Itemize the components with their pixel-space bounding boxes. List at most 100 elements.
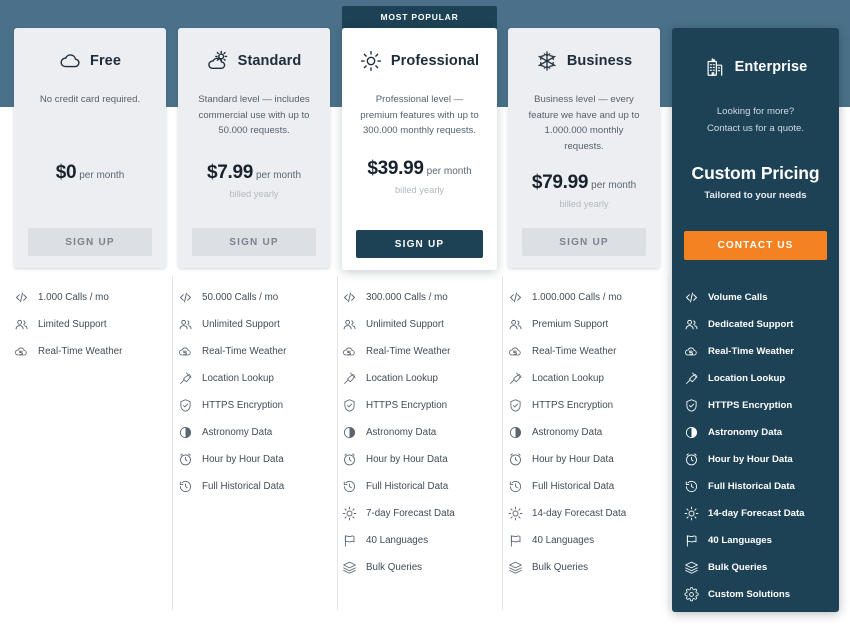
shield-icon bbox=[342, 398, 357, 413]
feature-label: 300.000 Calls / mo bbox=[366, 292, 448, 303]
shield-icon bbox=[178, 398, 193, 413]
feature-row: 40 Languages bbox=[342, 527, 502, 554]
sign-up-button-standard[interactable]: SIGN UP bbox=[192, 228, 316, 256]
feature-row: Astronomy Data bbox=[684, 419, 834, 446]
plan-description: No credit card required. bbox=[39, 94, 141, 105]
plan-card-row: Free No credit card required. $0 per month S… bbox=[0, 0, 850, 612]
feature-label: Real-Time Weather bbox=[366, 346, 451, 357]
sign-up-button-free[interactable]: SIGN UP bbox=[28, 228, 152, 256]
feature-label: Real-Time Weather bbox=[708, 346, 795, 357]
feature-row: Unlimited Support bbox=[178, 311, 336, 338]
cloud-refresh-icon bbox=[14, 344, 29, 359]
feature-list-professional: 300.000 Calls / mo Unlimited Support Real-… bbox=[342, 272, 502, 581]
feature-row: Astronomy Data bbox=[178, 419, 336, 446]
feature-label: 40 Languages bbox=[708, 535, 772, 546]
feature-row: Hour by Hour Data bbox=[684, 446, 834, 473]
feature-label: 14-day Forecast Data bbox=[708, 508, 805, 519]
column-divider bbox=[172, 276, 173, 610]
plan-price-period: per month bbox=[426, 166, 472, 177]
plan-header: Standard bbox=[192, 30, 316, 92]
feature-label: HTTPS Encryption bbox=[366, 400, 448, 411]
feature-label: 50.000 Calls / mo bbox=[202, 292, 279, 303]
feature-label: Limited Support bbox=[38, 319, 107, 330]
feature-row: 40 Languages bbox=[508, 527, 666, 554]
history-icon bbox=[684, 479, 699, 494]
plan-header: Professional bbox=[356, 30, 483, 92]
feature-label: Astronomy Data bbox=[366, 427, 437, 438]
feature-row: Real-Time Weather bbox=[684, 338, 834, 365]
feature-row: Bulk Queries bbox=[508, 554, 666, 581]
cloud-sun-icon bbox=[207, 50, 229, 72]
cloud-refresh-icon bbox=[178, 344, 193, 359]
column-divider bbox=[502, 276, 503, 610]
code-icon bbox=[684, 290, 699, 305]
plan-description: Professional level — premium features wi… bbox=[360, 94, 479, 137]
feature-row: Real-Time Weather bbox=[342, 338, 502, 365]
cloud-icon bbox=[59, 50, 81, 72]
clock-icon bbox=[342, 452, 357, 467]
feature-label: Hour by Hour Data bbox=[532, 454, 614, 465]
plan-price-block: $79.99 per month billed yearly bbox=[522, 172, 646, 216]
plan-billing-note: billed yearly bbox=[394, 185, 445, 195]
history-icon bbox=[178, 479, 193, 494]
code-icon bbox=[342, 290, 357, 305]
plan-price-note: Tailored to your needs bbox=[704, 190, 807, 201]
plan-price-period: per month bbox=[591, 180, 637, 192]
shield-icon bbox=[508, 398, 523, 413]
feature-row: Location Lookup bbox=[508, 365, 666, 392]
feature-row: Real-Time Weather bbox=[14, 338, 172, 365]
pin-icon bbox=[508, 371, 523, 386]
feature-label: 1.000 Calls / mo bbox=[38, 292, 109, 303]
feature-label: HTTPS Encryption bbox=[202, 400, 284, 411]
feature-label: Hour by Hour Data bbox=[202, 454, 284, 465]
plan-price-block: $0 per month bbox=[28, 162, 152, 206]
pin-icon bbox=[342, 371, 357, 386]
users-icon bbox=[14, 317, 29, 332]
cloud-refresh-icon bbox=[684, 344, 699, 359]
flag-icon bbox=[342, 533, 357, 548]
feature-label: HTTPS Encryption bbox=[708, 400, 793, 411]
sun-icon bbox=[342, 506, 357, 521]
sun-icon bbox=[508, 506, 523, 521]
feature-label: Bulk Queries bbox=[532, 562, 589, 573]
contact-us-button-enterprise[interactable]: CONTACT US bbox=[684, 231, 827, 260]
flag-icon bbox=[508, 533, 523, 548]
flag-icon bbox=[684, 533, 699, 548]
shield-icon bbox=[684, 398, 699, 413]
feature-label: Real-Time Weather bbox=[38, 346, 123, 357]
feature-row: Volume Calls bbox=[684, 284, 834, 311]
plan-price: $39.99 bbox=[367, 158, 424, 179]
gear-icon bbox=[684, 587, 699, 602]
feature-row: Bulk Queries bbox=[684, 554, 834, 581]
feature-label: Astronomy Data bbox=[708, 427, 783, 438]
sign-up-button-business[interactable]: SIGN UP bbox=[522, 228, 646, 256]
cloud-refresh-icon bbox=[342, 344, 357, 359]
plan-price: $79.99 bbox=[531, 172, 589, 194]
feature-label: Full Historical Data bbox=[708, 481, 795, 492]
plan-header: Business bbox=[522, 30, 646, 92]
layers-icon bbox=[508, 560, 523, 575]
clock-icon bbox=[178, 452, 193, 467]
feature-label: Location Lookup bbox=[202, 373, 274, 384]
plan-name: Free bbox=[89, 53, 122, 69]
sun-icon bbox=[684, 506, 699, 521]
feature-label: Full Historical Data bbox=[366, 481, 449, 492]
snowflake-icon bbox=[536, 50, 558, 72]
sign-up-button-professional[interactable]: SIGN UP bbox=[356, 230, 483, 258]
plan-card-professional: Professional Professional level — premium… bbox=[342, 28, 497, 270]
feature-label: Real-Time Weather bbox=[202, 346, 287, 357]
pin-icon bbox=[178, 371, 193, 386]
plan-price: $0 bbox=[55, 162, 77, 183]
feature-label: Real-Time Weather bbox=[532, 346, 617, 357]
plan-name: Standard bbox=[237, 53, 302, 69]
feature-row: 14-day Forecast Data bbox=[684, 500, 834, 527]
feature-row: Astronomy Data bbox=[508, 419, 666, 446]
feature-row: Hour by Hour Data bbox=[342, 446, 502, 473]
feature-row: Full Historical Data bbox=[178, 473, 336, 500]
moon-phase-icon bbox=[342, 425, 357, 440]
feature-row: Full Historical Data bbox=[508, 473, 666, 500]
layers-icon bbox=[342, 560, 357, 575]
feature-row: Real-Time Weather bbox=[178, 338, 336, 365]
feature-row: Real-Time Weather bbox=[508, 338, 666, 365]
plan-name: Enterprise bbox=[734, 59, 808, 75]
